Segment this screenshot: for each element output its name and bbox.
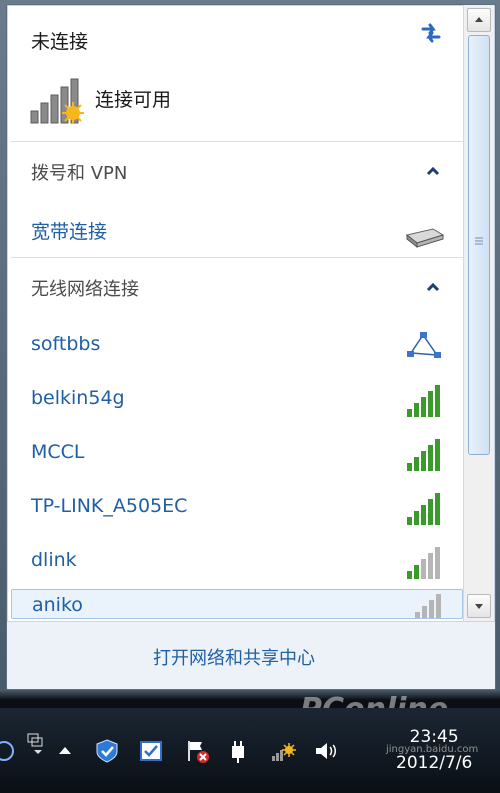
signal-bar [407, 571, 412, 579]
list-item-broadband[interactable]: 宽带连接 [11, 203, 463, 255]
network-name: TP-LINK_A505EC [31, 495, 188, 517]
volume-icon[interactable] [312, 738, 338, 764]
network-name: dlink [31, 549, 77, 571]
list-item-wifi-partial[interactable]: aniko [11, 589, 463, 619]
signal-bar [421, 505, 426, 525]
section-title-wireless[interactable]: 无线网络连接 [31, 275, 139, 301]
signal-strength-icon [30, 78, 84, 124]
signal-bar [422, 606, 427, 618]
network-tray-icon[interactable] [270, 738, 296, 764]
signal-bar [421, 451, 426, 471]
signal-bar [428, 553, 433, 579]
list-item-wifi[interactable]: softbbs [11, 319, 463, 371]
scroll-down-button[interactable] [467, 594, 491, 618]
signal-bar [414, 565, 419, 579]
show-desktop-icon[interactable] [22, 730, 48, 756]
wifi-signal-icon [407, 493, 440, 525]
signal-bar [435, 385, 440, 417]
signal-bar [421, 559, 426, 579]
signal-bar [408, 618, 413, 619]
network-name: MCCL [31, 441, 85, 463]
scrollbar[interactable] [463, 5, 494, 621]
signal-bar [435, 493, 440, 525]
network-checked-icon[interactable] [138, 738, 164, 764]
modem-icon [405, 228, 445, 249]
list-item-wifi[interactable]: dlink [11, 535, 463, 587]
signal-bar [435, 439, 440, 471]
network-name: aniko [32, 594, 83, 616]
refresh-icon[interactable] [417, 19, 445, 47]
signal-bar [421, 397, 426, 417]
network-popup: 未连接 连接可用 拨号和 VPN 宽带连接 无线网络连接 softbbs bel… [6, 4, 496, 690]
watermark-url: jingyan.baidu.com [386, 744, 479, 755]
wifi-signal-icon [407, 385, 440, 417]
divider [11, 141, 463, 142]
chevron-up-icon[interactable] [425, 281, 441, 293]
signal-bar [428, 499, 433, 525]
show-hidden-icons-icon[interactable] [52, 738, 78, 764]
signal-bar [428, 445, 433, 471]
signal-bar [436, 594, 441, 618]
network-name: softbbs [31, 333, 101, 355]
power-plug-icon[interactable] [226, 738, 252, 764]
grip-icon [475, 237, 483, 245]
desktop-background: 未连接 连接可用 拨号和 VPN 宽带连接 无线网络连接 softbbs bel… [0, 0, 500, 793]
arrow-up-icon [475, 17, 483, 22]
signal-bar [428, 391, 433, 417]
wifi-signal-icon [407, 547, 440, 579]
connections-available-label: 连接可用 [95, 89, 172, 111]
signal-bar [415, 612, 420, 618]
signal-bar [407, 409, 412, 417]
signal-bar [414, 511, 419, 525]
signal-bar [414, 457, 419, 471]
signal-bar [435, 547, 440, 579]
network-name: 宽带连接 [31, 221, 108, 243]
scroll-up-button[interactable] [467, 8, 491, 32]
security-shield-icon[interactable] [94, 738, 120, 764]
divider [11, 257, 463, 258]
action-center-flag-icon[interactable] [184, 738, 210, 764]
popup-footer: 打开网络和共享中心 [7, 621, 495, 689]
wifi-signal-icon [407, 439, 440, 471]
open-network-center-link[interactable]: 打开网络和共享中心 [153, 644, 315, 670]
popup-header: 未连接 连接可用 [7, 5, 463, 141]
chevron-up-icon[interactable] [425, 165, 441, 177]
signal-bar [429, 600, 434, 618]
connection-status: 未连接 [31, 31, 89, 53]
scroll-thumb[interactable] [468, 35, 490, 455]
list-item-wifi[interactable]: TP-LINK_A505EC [11, 481, 463, 533]
signal-bar [414, 403, 419, 417]
section-title-dialup[interactable]: 拨号和 VPN [31, 159, 127, 185]
network-name: belkin54g [31, 387, 125, 409]
list-item-wifi[interactable]: belkin54g [11, 373, 463, 425]
list-item-wifi[interactable]: MCCL [11, 427, 463, 479]
signal-bar [407, 517, 412, 525]
wifi-signal-icon [408, 594, 441, 619]
arrow-down-icon [475, 604, 483, 609]
signal-bar [407, 463, 412, 471]
adhoc-network-icon [407, 332, 441, 358]
